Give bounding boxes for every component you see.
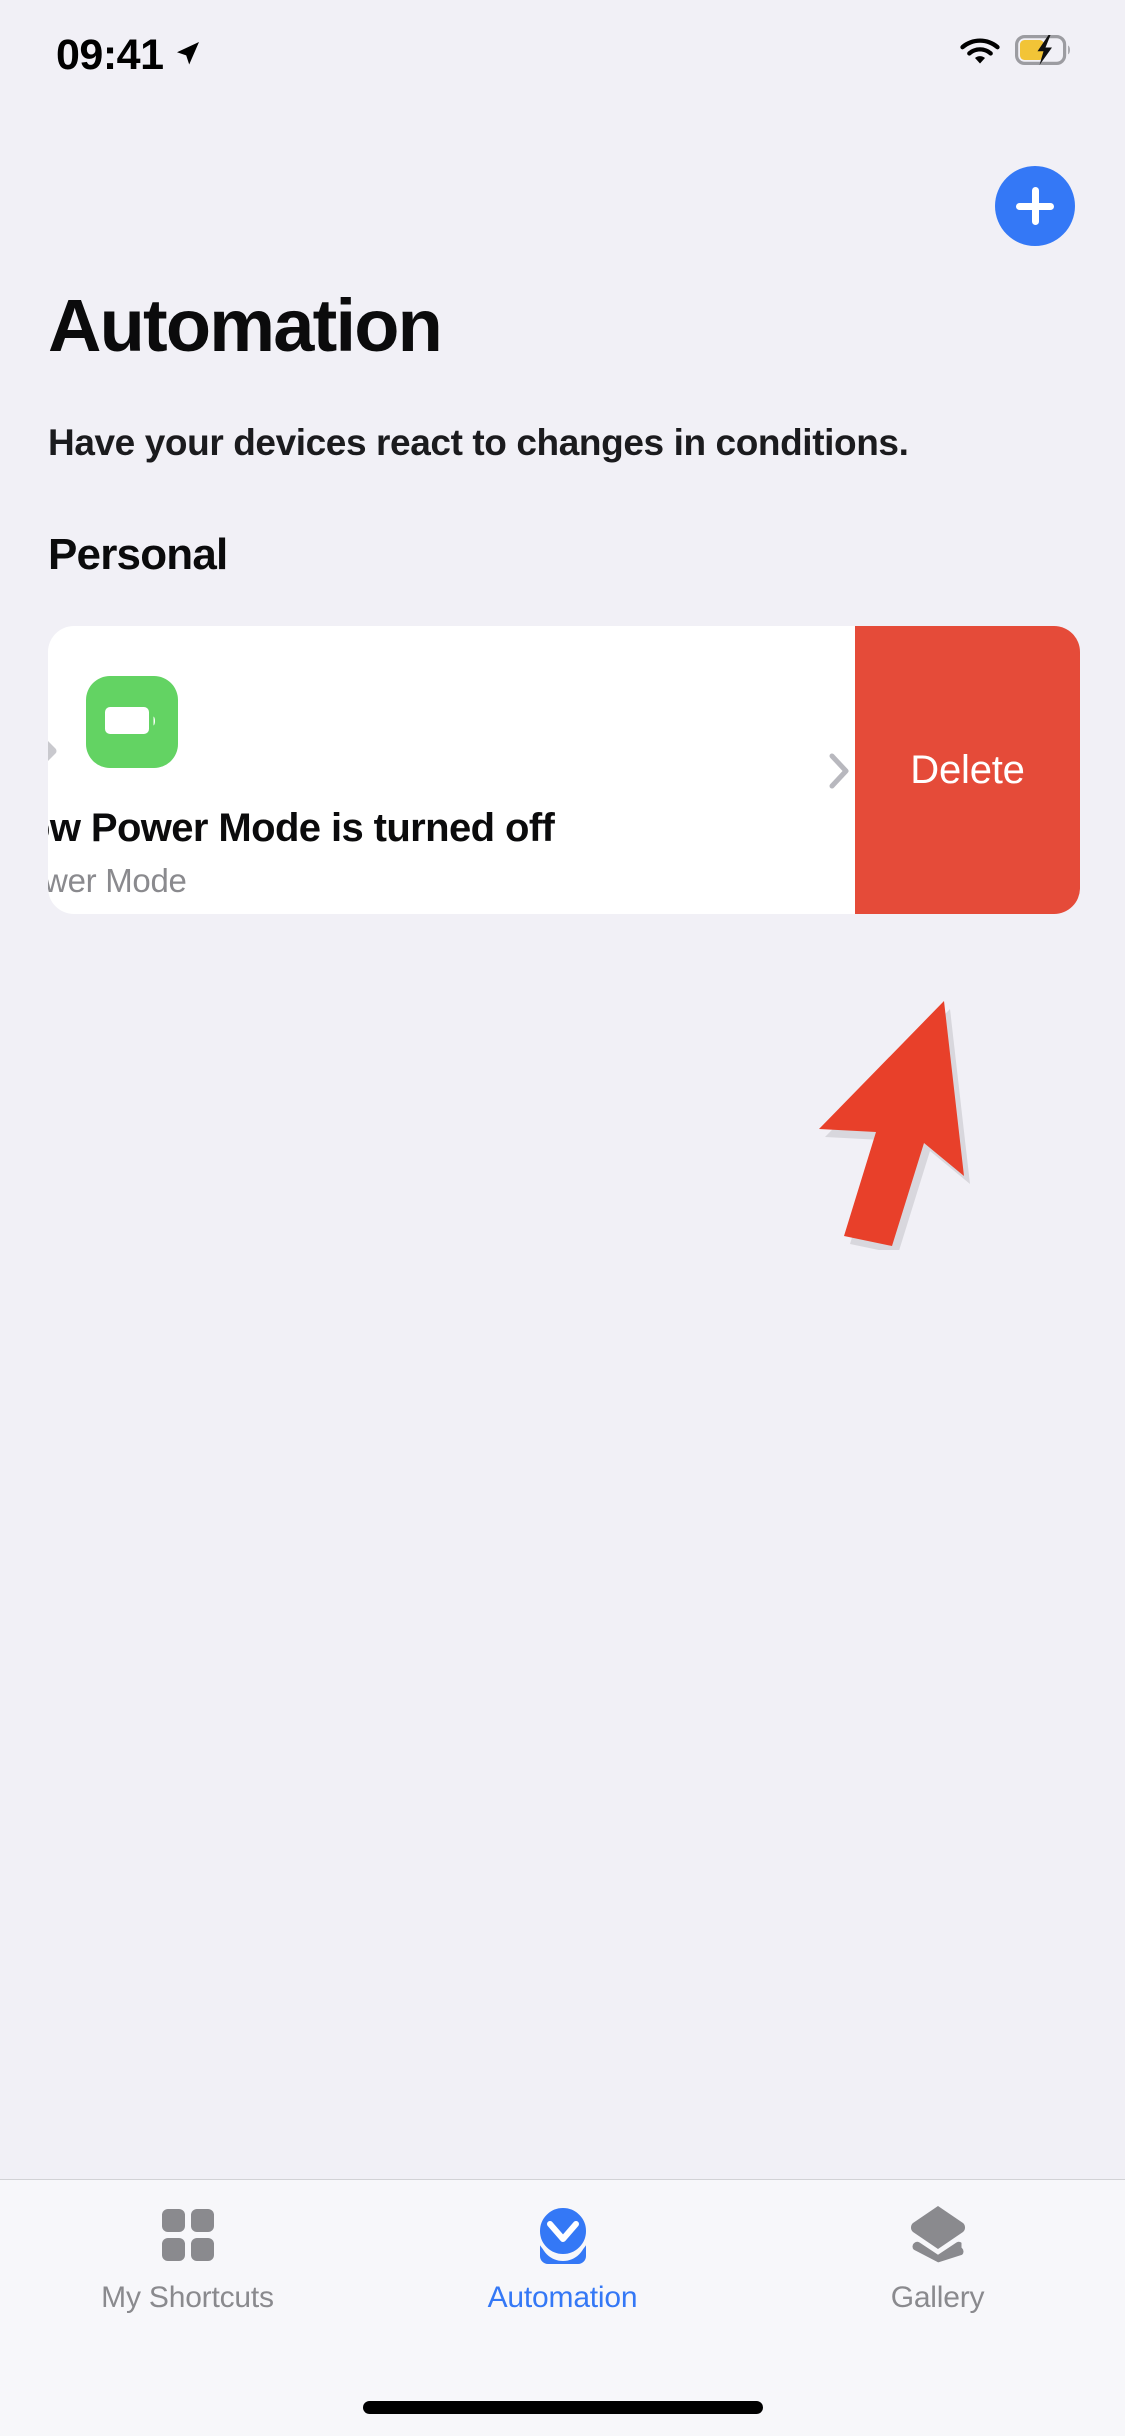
page-subtitle: Have your devices react to changes in co… — [48, 422, 909, 463]
wifi-icon — [959, 34, 1001, 71]
arrow-cursor — [780, 985, 995, 1254]
section-header-personal: Personal — [48, 530, 228, 579]
layers-icon — [901, 2198, 975, 2272]
automation-row-title: ow Power Mode is turned off — [48, 806, 555, 850]
automation-row-content[interactable]: ow Power Mode is turned off ower Mode — [48, 626, 855, 914]
tab-gallery-label: Gallery — [890, 2281, 985, 2314]
plus-icon-vertical — [1031, 187, 1039, 225]
chevron-right-icon — [828, 752, 852, 790]
tab-automation-label: Automation — [487, 2281, 638, 2314]
add-automation-button[interactable] — [995, 166, 1075, 246]
location-arrow-icon — [173, 38, 203, 73]
battery-charging-icon — [1015, 35, 1073, 70]
tab-automation[interactable]: Automation — [375, 2198, 750, 2338]
tab-my-shortcuts-label: My Shortcuts — [101, 2281, 274, 2314]
battery-icon — [86, 676, 178, 768]
automation-check-icon — [526, 2198, 600, 2272]
automation-row[interactable]: ow Power Mode is turned off ower Mode De… — [48, 626, 1080, 914]
tab-bar-items: My Shortcuts Automation Gallery — [0, 2198, 1125, 2338]
status-bar-right — [959, 34, 1073, 71]
delete-button[interactable]: Delete — [855, 626, 1080, 914]
app-screen: 09:41 Automation Have your devices react… — [0, 0, 1125, 2436]
home-indicator — [362, 2401, 763, 2414]
delete-button-label: Delete — [910, 748, 1025, 792]
chevron-right-icon-partial — [48, 734, 62, 768]
grid-squares-icon — [153, 2198, 223, 2272]
page-title: Automation — [48, 284, 443, 367]
automation-row-subtitle: ower Mode — [48, 862, 187, 899]
status-bar-clock: 09:41 — [56, 31, 164, 79]
tab-my-shortcuts[interactable]: My Shortcuts — [0, 2198, 375, 2338]
status-bar-left: 09:41 — [56, 30, 203, 80]
tab-bar: My Shortcuts Automation Gallery — [0, 2179, 1125, 2436]
status-bar: 09:41 — [0, 0, 1125, 98]
tab-gallery[interactable]: Gallery — [750, 2198, 1125, 2338]
